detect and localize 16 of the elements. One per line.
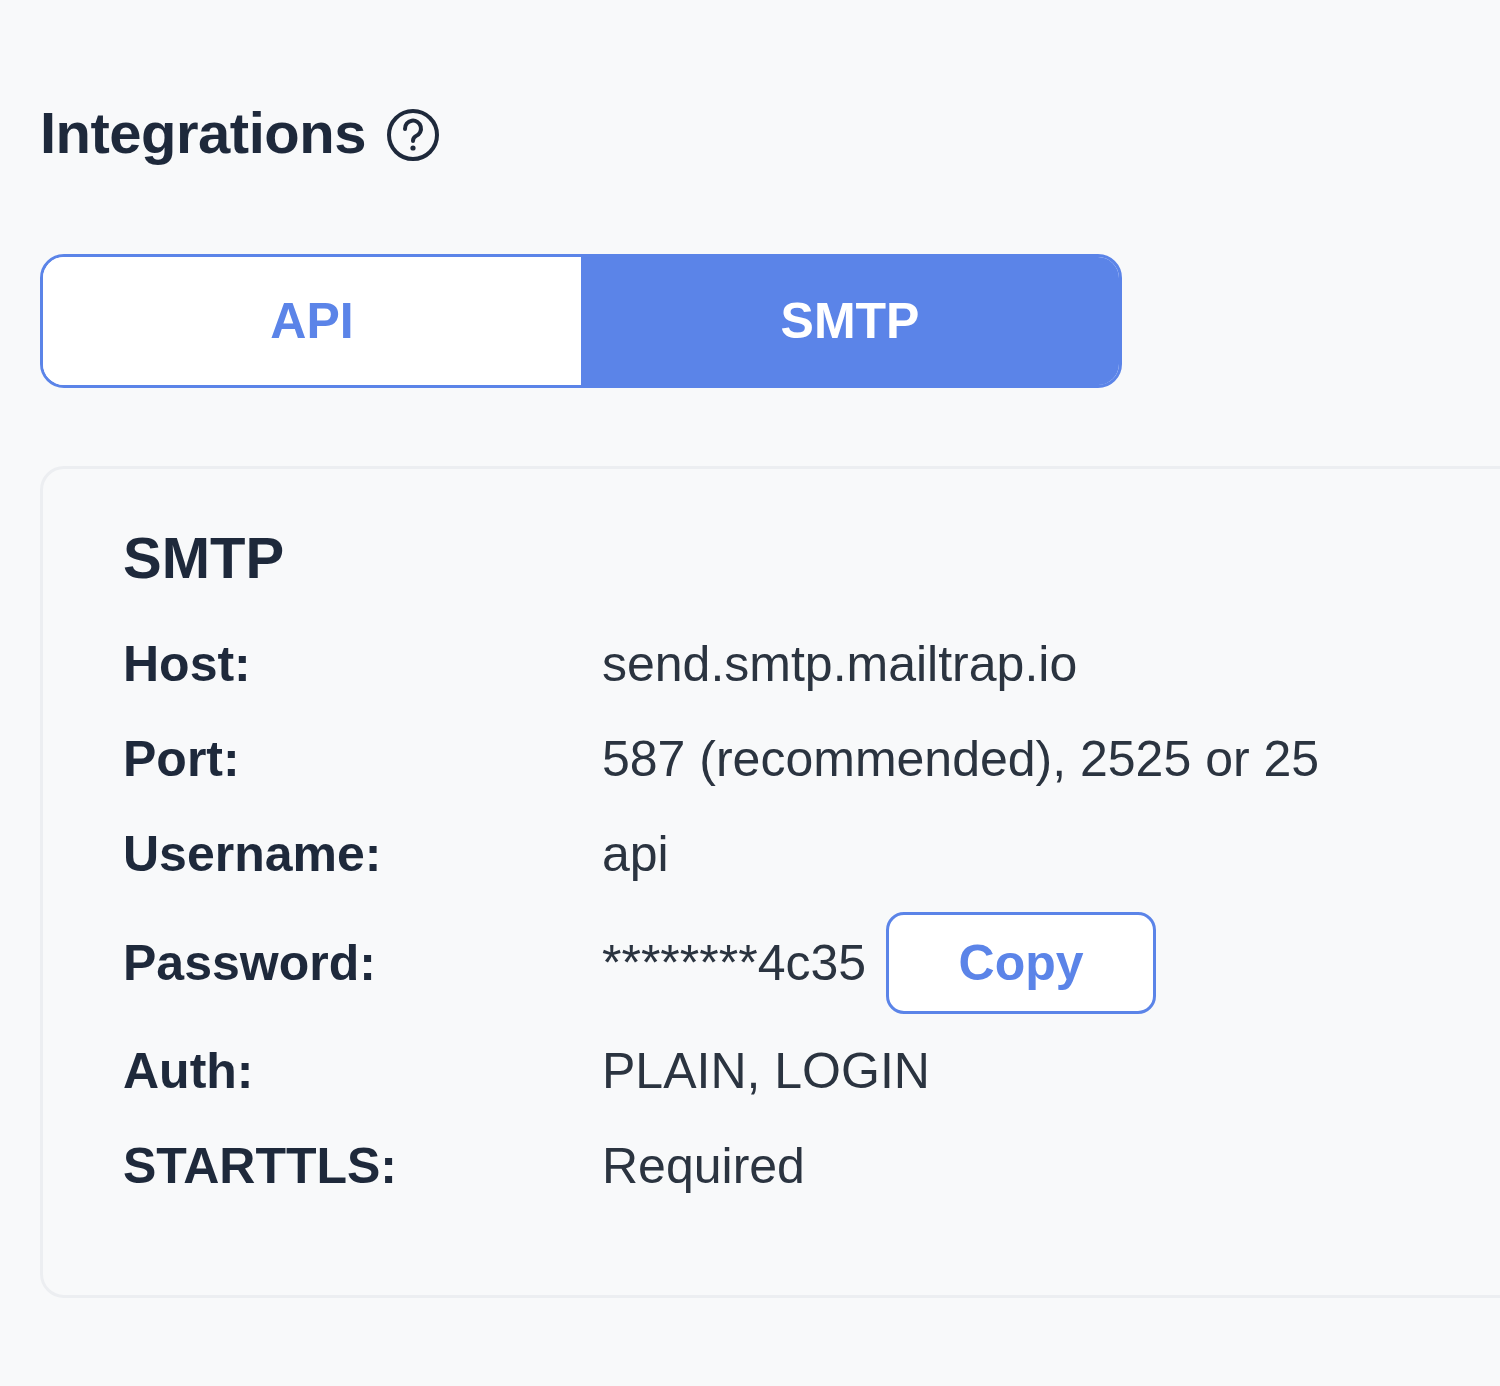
field-label: STARTTLS: [123, 1137, 399, 1196]
copy-button[interactable]: Copy [886, 912, 1157, 1014]
field-value: PLAIN, LOGIN [602, 1042, 930, 1101]
field-value: api [602, 825, 669, 884]
field-label: Password: [123, 933, 377, 993]
card-title: SMTP [123, 529, 286, 587]
field-value: send.smtp.mailtrap.io [602, 635, 1078, 694]
field-value: Required [602, 1137, 805, 1196]
help-icon[interactable] [385, 108, 440, 162]
field-value: ********4c35 [602, 933, 867, 993]
field-label: Port: [123, 730, 241, 789]
field-label: Host: [123, 635, 252, 694]
field-label: Username: [123, 825, 383, 884]
field-label: Auth: [123, 1042, 255, 1101]
field-value: 587 (recommended), 2525 or 25 [602, 730, 1320, 789]
tab[interactable]: SMTP [581, 257, 1119, 385]
